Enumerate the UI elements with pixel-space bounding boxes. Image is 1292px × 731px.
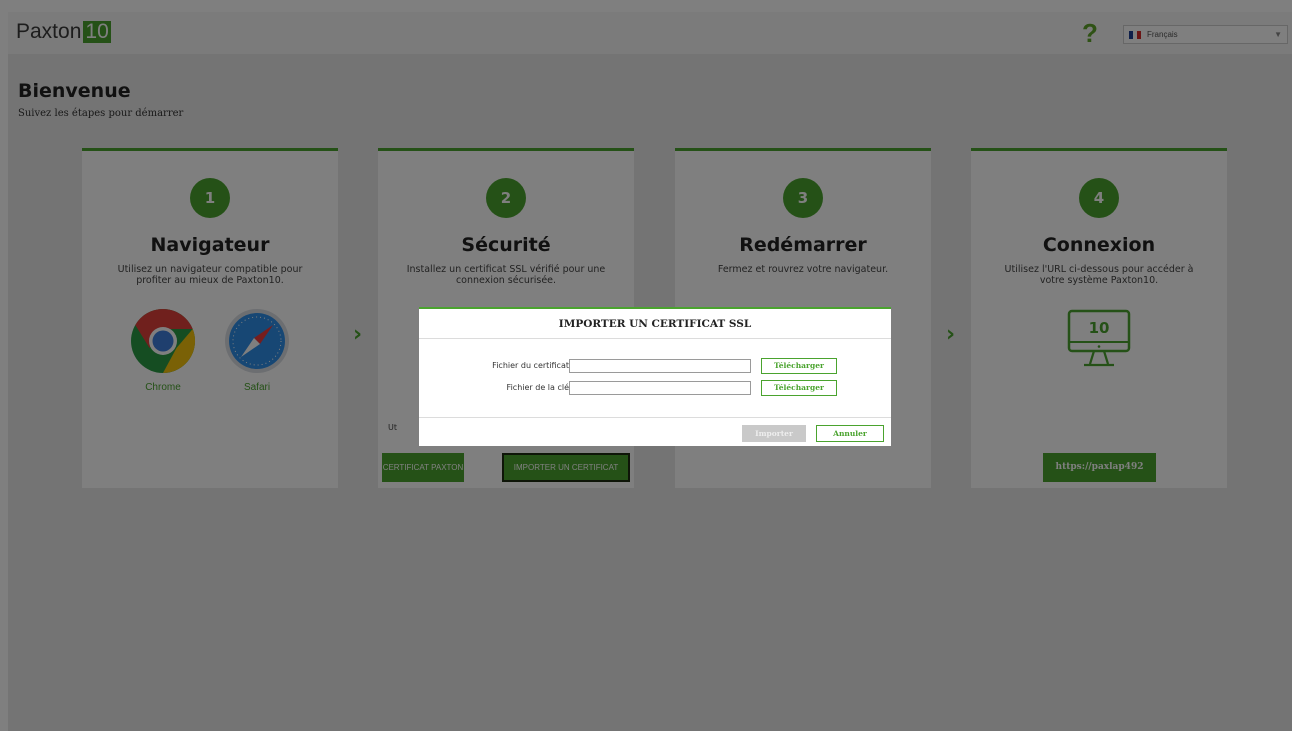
key-file-row: Fichier de la clé Télécharger [419,380,891,397]
upload-certificate-button[interactable]: Télécharger [761,358,837,374]
import-ssl-dialog: IMPORTER UN CERTIFICAT SSL Fichier du ce… [419,307,891,446]
certificate-file-input[interactable] [569,359,751,373]
dialog-title: IMPORTER UN CERTIFICAT SSL [419,309,891,339]
field-label: Fichier de la clé [506,383,569,392]
import-button[interactable]: Importer [742,425,806,442]
certificate-file-row: Fichier du certificat Télécharger [419,358,891,375]
field-label: Fichier du certificat [492,361,569,370]
dialog-footer: Importer Annuler [419,417,891,447]
upload-key-button[interactable]: Télécharger [761,380,837,396]
cancel-button[interactable]: Annuler [816,425,884,442]
key-file-input[interactable] [569,381,751,395]
